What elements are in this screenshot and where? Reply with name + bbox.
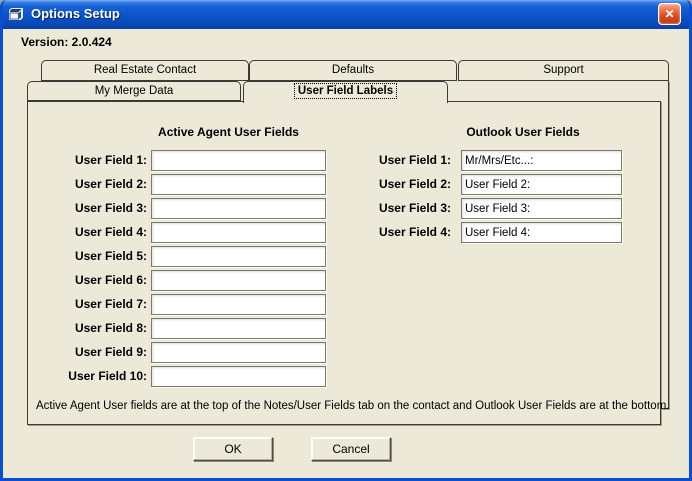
tab-real-estate-contact[interactable]: Real Estate Contact (41, 60, 249, 81)
field-label: User Field 5: (74, 249, 147, 263)
field-label: User Field 2: (378, 177, 451, 191)
outlook-field-2-input[interactable] (461, 174, 622, 195)
tab-label: User Field Labels (293, 83, 398, 99)
field-label: User Field 7: (74, 297, 147, 311)
field-row: User Field 7: (3, 294, 689, 316)
tab-label: Defaults (331, 64, 375, 76)
field-row: User Field 1: (3, 150, 689, 172)
info-note: Active Agent User fields are at the top … (36, 400, 670, 412)
active-agent-field-8-input[interactable] (151, 318, 326, 339)
outlook-heading: Outlook User Fields (466, 125, 580, 139)
active-agent-field-6-input[interactable] (151, 270, 326, 291)
active-agent-heading: Active Agent User Fields (158, 125, 299, 139)
title-bar[interactable]: Options Setup ✕ (3, 0, 689, 29)
field-label: User Field 10: (68, 369, 147, 383)
options-setup-dialog: Options Setup ✕ Version: 2.0.424 Real Es… (0, 0, 692, 481)
field-row: User Field 5: (3, 246, 689, 268)
outlook-field-1-input[interactable] (461, 150, 622, 171)
active-agent-field-7-input[interactable] (151, 294, 326, 315)
field-label: User Field 6: (74, 273, 147, 287)
field-label: User Field 8: (74, 321, 147, 335)
active-agent-field-10-input[interactable] (151, 366, 326, 387)
field-row: User Field 8: (3, 318, 689, 340)
field-row: User Field 3: (3, 198, 689, 220)
tab-defaults[interactable]: Defaults (249, 60, 457, 81)
cancel-button[interactable]: Cancel (311, 437, 391, 461)
field-label: User Field 3: (378, 201, 451, 215)
outlook-field-4-input[interactable] (461, 222, 622, 243)
field-label: User Field 1: (378, 153, 451, 167)
close-button[interactable]: ✕ (658, 3, 681, 25)
field-row: User Field 2: (3, 174, 689, 196)
window-title: Options Setup (31, 6, 120, 21)
active-agent-field-9-input[interactable] (151, 342, 326, 363)
field-row: User Field 6: (3, 270, 689, 292)
tab-label: Support (543, 64, 584, 76)
outlook-field-3-input[interactable] (461, 198, 622, 219)
field-row: User Field 9: (3, 342, 689, 364)
field-label: User Field 4: (378, 225, 451, 239)
tab-my-merge-data[interactable]: My Merge Data (27, 81, 241, 101)
ok-button[interactable]: OK (193, 437, 273, 461)
field-row: User Field 4: (3, 222, 689, 244)
tab-label: My Merge Data (94, 85, 174, 97)
field-label: User Field 9: (74, 345, 147, 359)
field-row: User Field 10: (3, 366, 689, 388)
close-icon: ✕ (664, 7, 675, 21)
version-label: Version: 2.0.424 (21, 35, 112, 49)
tab-label: Real Estate Contact (93, 64, 197, 76)
tab-user-field-labels[interactable]: User Field Labels (243, 81, 448, 103)
app-icon (9, 8, 23, 20)
tab-support[interactable]: Support (458, 60, 669, 81)
active-agent-field-5-input[interactable] (151, 246, 326, 267)
